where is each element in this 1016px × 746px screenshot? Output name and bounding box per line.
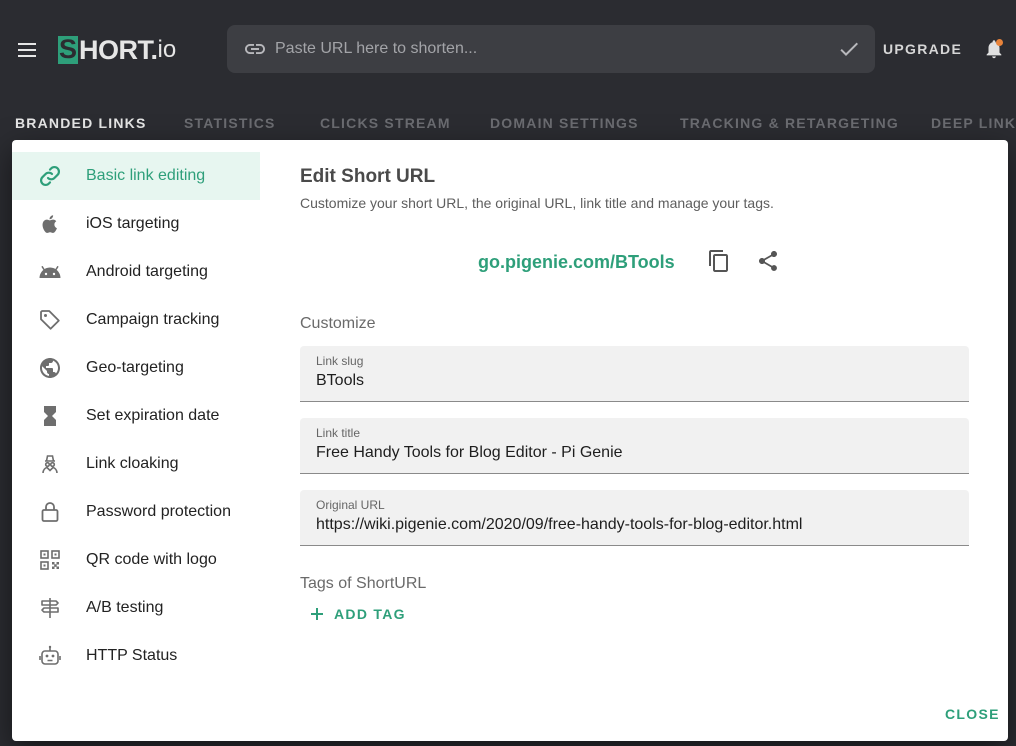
edit-link-dialog: Basic link editing iOS targeting Android… [12, 140, 1008, 741]
sidebar-item-basic-link-editing[interactable]: Basic link editing [12, 152, 260, 200]
link-slug-value: BTools [316, 372, 365, 389]
tab-tracking-retargeting[interactable]: TRACKING & RETARGETING [680, 115, 899, 131]
share-icon[interactable] [756, 249, 780, 273]
shorten-url-input[interactable] [275, 25, 835, 73]
sidebar-item-label: Geo-targeting [86, 359, 184, 376]
tab-statistics[interactable]: STATISTICS [184, 115, 276, 131]
link-icon [245, 44, 265, 54]
tab-domain-settings[interactable]: DOMAIN SETTINGS [490, 115, 639, 131]
page-subtitle: Customize your short URL, the original U… [300, 195, 774, 211]
hourglass-icon [44, 406, 56, 426]
add-tag-button[interactable]: ADD TAG [310, 606, 406, 622]
sidebar-item-label: iOS targeting [86, 215, 180, 232]
sidebar-item-android-targeting[interactable]: Android targeting [12, 248, 260, 296]
tags-section-label: Tags of ShortURL [300, 575, 427, 592]
add-tag-label: ADD TAG [334, 606, 406, 622]
sidebar-item-campaign-tracking[interactable]: Campaign tracking [12, 296, 260, 344]
sidebar-item-label: QR code with logo [86, 551, 217, 568]
tab-branded-links[interactable]: BRANDED LINKS [15, 115, 147, 131]
sidebar-item-link-cloaking[interactable]: Link cloaking [12, 440, 260, 488]
hamburger-menu-icon[interactable] [16, 38, 40, 62]
logo[interactable]: HORT.io [58, 34, 176, 65]
link-slug-field[interactable]: Link slug BTools [300, 346, 969, 402]
sidebar-item-ab-testing[interactable]: A/B testing [12, 584, 260, 632]
sidebar-item-set-expiration-date[interactable]: Set expiration date [12, 392, 260, 440]
customize-section-label: Customize [300, 315, 376, 332]
copy-icon[interactable] [707, 249, 731, 273]
sidebar-item-ios-targeting[interactable]: iOS targeting [12, 200, 260, 248]
tab-clicks-stream[interactable]: CLICKS STREAM [320, 115, 451, 131]
sidebar-item-label: Link cloaking [86, 455, 179, 472]
shorten-url-bar [227, 25, 875, 73]
link-icon [39, 165, 61, 187]
sidebar-item-geo-targeting[interactable]: Geo-targeting [12, 344, 260, 392]
sidebar-item-label: Campaign tracking [86, 311, 220, 328]
sidebar-item-label: A/B testing [86, 599, 164, 616]
link-title-value: Free Handy Tools for Blog Editor - Pi Ge… [316, 444, 623, 461]
tab-deep-links[interactable]: DEEP LINKS [931, 115, 1016, 131]
link-title-label: Link title [316, 426, 361, 440]
logo-mark [58, 34, 78, 65]
sidebar-item-http-status[interactable]: HTTP Status [12, 632, 260, 680]
notification-dot [996, 39, 1003, 46]
short-url-link[interactable]: go.pigenie.com/BTools [478, 252, 675, 273]
sidebar-item-label: Password protection [86, 503, 231, 520]
tag-icon [40, 310, 60, 330]
robot-icon [39, 645, 61, 665]
plus-icon [310, 607, 324, 621]
original-url-field[interactable]: Original URL https://wiki.pigenie.com/20… [300, 490, 969, 546]
globe-icon [40, 358, 60, 378]
close-button[interactable]: CLOSE [945, 706, 1000, 722]
check-icon[interactable] [837, 37, 861, 61]
dialog-sidebar: Basic link editing iOS targeting Android… [12, 152, 260, 680]
page-title: Edit Short URL [300, 166, 436, 187]
original-url-value: https://wiki.pigenie.com/2020/09/free-ha… [316, 516, 803, 533]
signpost-icon [41, 598, 59, 618]
main-nav-tabs: BRANDED LINKS STATISTICS CLICKS STREAM D… [0, 98, 1016, 144]
original-url-label: Original URL [316, 498, 385, 512]
sidebar-item-label: Android targeting [86, 263, 208, 280]
apple-icon [42, 215, 57, 233]
qr-code-icon [40, 550, 60, 570]
sidebar-item-label: Basic link editing [86, 167, 206, 184]
top-bar: HORT.io UPGRADE [0, 0, 1016, 98]
sidebar-item-qr-code-with-logo[interactable]: QR code with logo [12, 536, 260, 584]
android-icon [39, 266, 61, 278]
link-slug-label: Link slug [316, 354, 364, 368]
spy-icon [42, 455, 58, 474]
lock-icon [41, 502, 59, 522]
sidebar-item-password-protection[interactable]: Password protection [12, 488, 260, 536]
upgrade-button[interactable]: UPGRADE [883, 41, 962, 57]
sidebar-item-label: Set expiration date [86, 407, 220, 424]
sidebar-item-label: HTTP Status [86, 647, 178, 664]
link-title-field[interactable]: Link title Free Handy Tools for Blog Edi… [300, 418, 969, 474]
